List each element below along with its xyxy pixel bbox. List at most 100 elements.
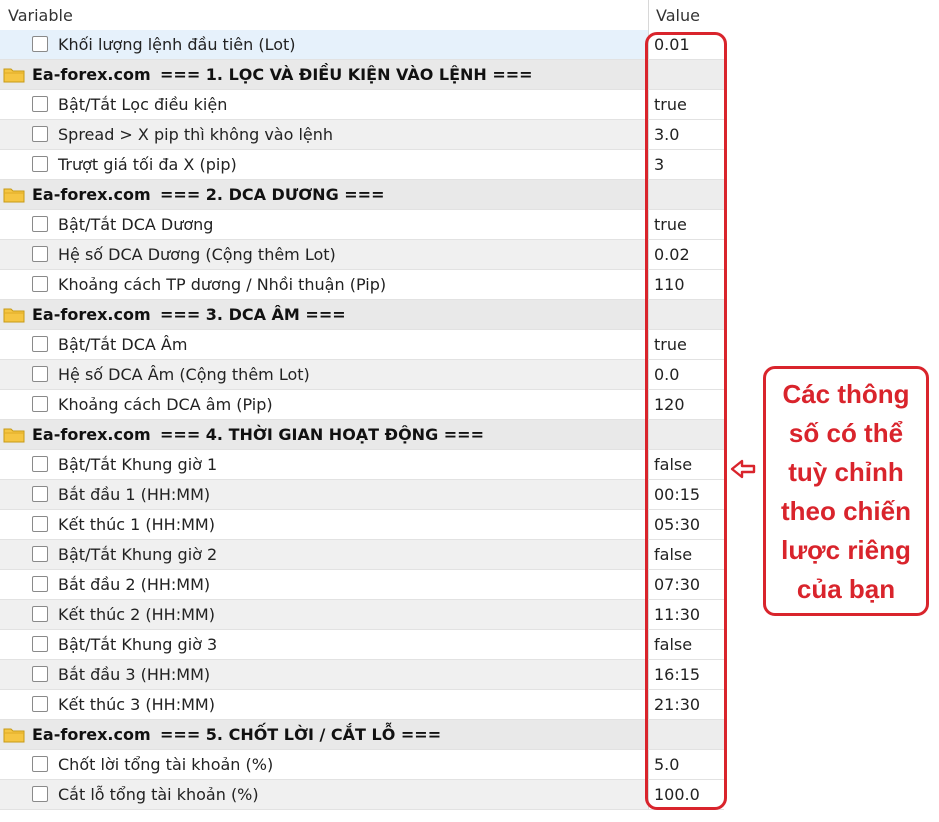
parameter-row[interactable]: Bắt đầu 3 (HH:MM) 16:15 (0, 660, 724, 690)
parameter-label: Bật/Tắt Khung giờ 3 (58, 635, 218, 654)
parameter-label: Trượt giá tối đa X (pip) (58, 155, 237, 174)
parameter-name-cell[interactable]: Hệ số DCA Dương (Cộng thêm Lot) (0, 240, 648, 269)
folder-icon (3, 728, 25, 743)
group-row[interactable]: Ea-forex.com === 1. LỌC VÀ ĐIỀU KIỆN VÀO … (0, 60, 724, 90)
parameter-name-cell[interactable]: Bắt đầu 3 (HH:MM) (0, 660, 648, 689)
parameter-label: Bật/Tắt Khung giờ 2 (58, 545, 218, 564)
parameter-checkbox[interactable] (32, 546, 48, 562)
annotation-text: Các thông số có thể tuỳ chỉnh theo chiến… (766, 375, 926, 609)
parameter-label: Bắt đầu 3 (HH:MM) (58, 665, 211, 684)
group-name-cell[interactable]: Ea-forex.com === 2. DCA DƯƠNG === (0, 180, 648, 209)
parameter-name-cell[interactable]: Bật/Tắt Khung giờ 3 (0, 630, 648, 659)
annotation-line: số có thể (788, 418, 904, 448)
parameter-checkbox[interactable] (32, 786, 48, 802)
parameter-label: Bắt đầu 1 (HH:MM) (58, 485, 211, 504)
inputs-grid: Variable Value Khối lượng lệnh đầu tiên … (0, 0, 724, 810)
parameter-row[interactable]: Spread > X pip thì không vào lệnh 3.0 (0, 120, 724, 150)
parameter-row[interactable]: Bật/Tắt Khung giờ 1 false (0, 450, 724, 480)
parameter-row[interactable]: Bật/Tắt DCA Âm true (0, 330, 724, 360)
parameter-row[interactable]: Bật/Tắt DCA Dương true (0, 210, 724, 240)
parameter-row[interactable]: Khoảng cách DCA âm (Pip) 120 (0, 390, 724, 420)
parameter-checkbox[interactable] (32, 636, 48, 652)
group-source: Ea-forex.com (32, 425, 151, 444)
parameter-row[interactable]: Khối lượng lệnh đầu tiên (Lot) 0.01 (0, 30, 724, 60)
parameter-name-cell[interactable]: Kết thúc 2 (HH:MM) (0, 600, 648, 629)
parameter-name-cell[interactable]: Khoảng cách DCA âm (Pip) (0, 390, 648, 419)
parameter-name-cell[interactable]: Khối lượng lệnh đầu tiên (Lot) (0, 30, 648, 59)
group-title: === 1. LỌC VÀ ĐIỀU KIỆN VÀO LỆNH === (160, 65, 533, 84)
parameter-label: Bật/Tắt DCA Âm (58, 335, 188, 354)
parameter-row[interactable]: Hệ số DCA Dương (Cộng thêm Lot) 0.02 (0, 240, 724, 270)
parameter-checkbox[interactable] (32, 216, 48, 232)
group-name-cell[interactable]: Ea-forex.com === 5. CHỐT LỜI / CẮT LỖ === (0, 720, 648, 749)
parameter-name-cell[interactable]: Cắt lỗ tổng tài khoản (%) (0, 780, 648, 809)
parameter-name-cell[interactable]: Trượt giá tối đa X (pip) (0, 150, 648, 179)
group-row[interactable]: Ea-forex.com === 5. CHỐT LỜI / CẮT LỖ === (0, 720, 724, 750)
parameter-row[interactable]: Bật/Tắt Khung giờ 2 false (0, 540, 724, 570)
parameter-label: Hệ số DCA Dương (Cộng thêm Lot) (58, 245, 336, 264)
group-name-cell[interactable]: Ea-forex.com === 3. DCA ÂM === (0, 300, 648, 329)
parameter-name-cell[interactable]: Chốt lời tổng tài khoản (%) (0, 750, 648, 779)
parameter-checkbox[interactable] (32, 246, 48, 262)
parameter-name-cell[interactable]: Bắt đầu 2 (HH:MM) (0, 570, 648, 599)
parameter-row[interactable]: Bắt đầu 1 (HH:MM) 00:15 (0, 480, 724, 510)
parameter-checkbox[interactable] (32, 756, 48, 772)
parameter-name-cell[interactable]: Bật/Tắt Khung giờ 2 (0, 540, 648, 569)
column-header-value[interactable]: Value (656, 6, 700, 25)
parameter-row[interactable]: Kết thúc 1 (HH:MM) 05:30 (0, 510, 724, 540)
group-row[interactable]: Ea-forex.com === 3. DCA ÂM === (0, 300, 724, 330)
parameter-checkbox[interactable] (32, 456, 48, 472)
parameter-checkbox[interactable] (32, 276, 48, 292)
parameter-row[interactable]: Bắt đầu 2 (HH:MM) 07:30 (0, 570, 724, 600)
parameter-row[interactable]: Trượt giá tối đa X (pip) 3 (0, 150, 724, 180)
parameter-label: Bật/Tắt Lọc điều kiện (58, 95, 228, 114)
parameter-name-cell[interactable]: Kết thúc 3 (HH:MM) (0, 690, 648, 719)
parameter-row[interactable]: Hệ số DCA Âm (Cộng thêm Lot) 0.0 (0, 360, 724, 390)
parameter-row[interactable]: Cắt lỗ tổng tài khoản (%) 100.0 (0, 780, 724, 810)
parameter-label: Bật/Tắt DCA Dương (58, 215, 214, 234)
parameter-checkbox[interactable] (32, 156, 48, 172)
group-name-cell[interactable]: Ea-forex.com === 4. THỜI GIAN HOẠT ĐỘNG =… (0, 420, 648, 449)
group-row[interactable]: Ea-forex.com === 4. THỜI GIAN HOẠT ĐỘNG =… (0, 420, 724, 450)
parameter-row[interactable]: Kết thúc 3 (HH:MM) 21:30 (0, 690, 724, 720)
parameter-name-cell[interactable]: Kết thúc 1 (HH:MM) (0, 510, 648, 539)
parameter-name-cell[interactable]: Bật/Tắt DCA Âm (0, 330, 648, 359)
parameter-row[interactable]: Chốt lời tổng tài khoản (%) 5.0 (0, 750, 724, 780)
parameter-checkbox[interactable] (32, 486, 48, 502)
parameter-name-cell[interactable]: Spread > X pip thì không vào lệnh (0, 120, 648, 149)
parameter-checkbox[interactable] (32, 396, 48, 412)
parameter-name-cell[interactable]: Bật/Tắt Lọc điều kiện (0, 90, 648, 119)
parameter-label: Hệ số DCA Âm (Cộng thêm Lot) (58, 365, 310, 384)
folder-icon (3, 308, 25, 323)
parameter-checkbox[interactable] (32, 336, 48, 352)
parameter-label: Bật/Tắt Khung giờ 1 (58, 455, 218, 474)
parameter-checkbox[interactable] (32, 126, 48, 142)
parameter-checkbox[interactable] (32, 576, 48, 592)
parameter-label: Khối lượng lệnh đầu tiên (Lot) (58, 35, 296, 54)
value-column-highlight (645, 32, 727, 810)
parameter-checkbox[interactable] (32, 36, 48, 52)
parameter-label: Khoảng cách DCA âm (Pip) (58, 395, 273, 414)
group-row[interactable]: Ea-forex.com === 2. DCA DƯƠNG === (0, 180, 724, 210)
parameter-row[interactable]: Kết thúc 2 (HH:MM) 11:30 (0, 600, 724, 630)
group-name-cell[interactable]: Ea-forex.com === 1. LỌC VÀ ĐIỀU KIỆN VÀO … (0, 60, 648, 89)
parameter-checkbox[interactable] (32, 666, 48, 682)
parameter-checkbox[interactable] (32, 606, 48, 622)
parameter-checkbox[interactable] (32, 696, 48, 712)
parameter-name-cell[interactable]: Bắt đầu 1 (HH:MM) (0, 480, 648, 509)
group-source: Ea-forex.com (32, 65, 151, 84)
parameter-checkbox[interactable] (32, 96, 48, 112)
column-header-variable[interactable]: Variable (8, 6, 73, 25)
parameter-name-cell[interactable]: Bật/Tắt Khung giờ 1 (0, 450, 648, 479)
parameter-row[interactable]: Bật/Tắt Khung giờ 3 false (0, 630, 724, 660)
column-divider[interactable] (648, 0, 649, 30)
parameter-name-cell[interactable]: Bật/Tắt DCA Dương (0, 210, 648, 239)
parameter-name-cell[interactable]: Khoảng cách TP dương / Nhồi thuận (Pip) (0, 270, 648, 299)
parameter-label: Bắt đầu 2 (HH:MM) (58, 575, 211, 594)
parameter-row[interactable]: Bật/Tắt Lọc điều kiện true (0, 90, 724, 120)
parameter-row[interactable]: Khoảng cách TP dương / Nhồi thuận (Pip) 1… (0, 270, 724, 300)
group-title: === 3. DCA ÂM === (160, 305, 346, 324)
parameter-checkbox[interactable] (32, 366, 48, 382)
parameter-name-cell[interactable]: Hệ số DCA Âm (Cộng thêm Lot) (0, 360, 648, 389)
parameter-checkbox[interactable] (32, 516, 48, 532)
